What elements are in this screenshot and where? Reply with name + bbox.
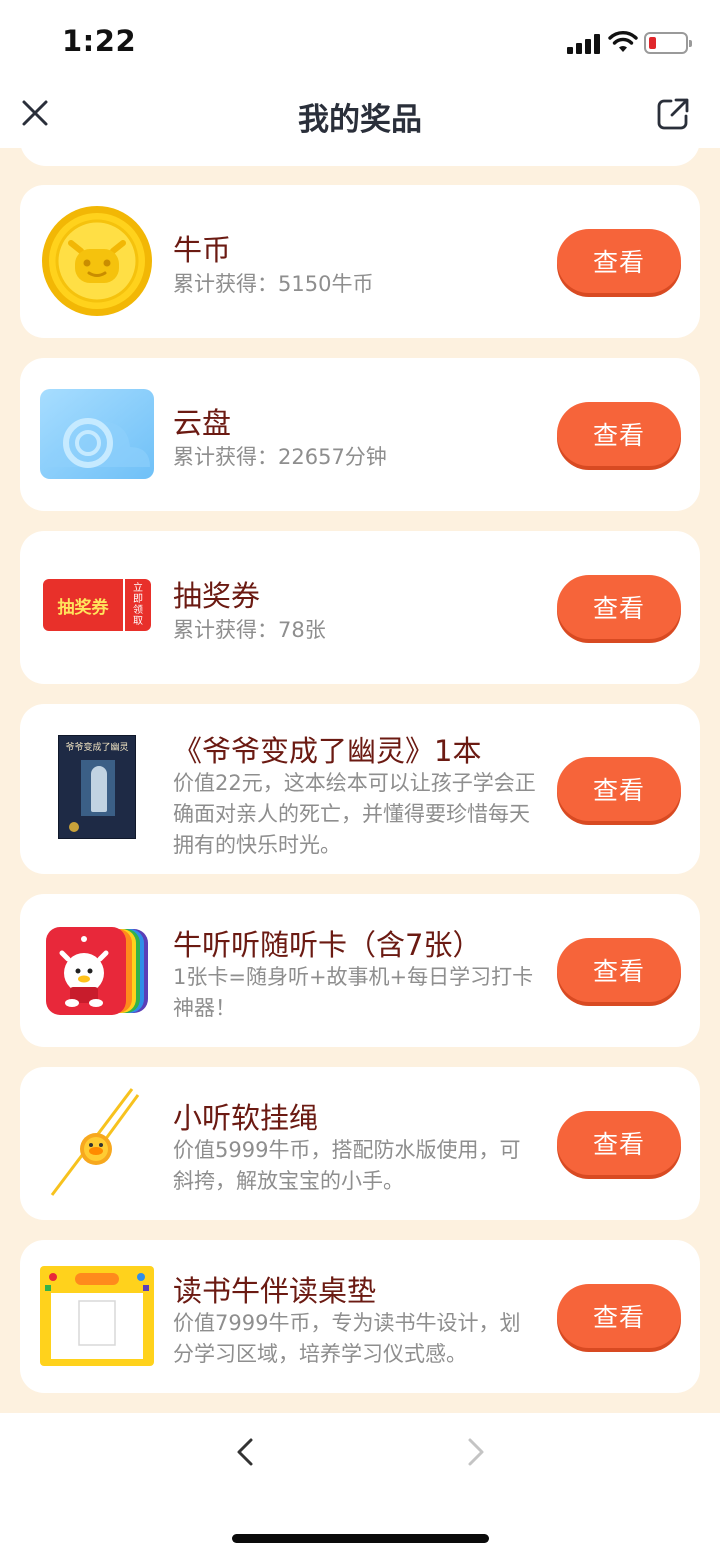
desk-mat-icon: [38, 1265, 156, 1367]
prize-title: 小听软挂绳: [173, 1101, 319, 1135]
prize-desc: 价值5999牛币，搭配防水版使用，可斜挎，解放宝宝的小手。: [173, 1138, 521, 1193]
page-title: 我的奖品: [298, 102, 422, 138]
prize-title: 牛币: [173, 233, 232, 267]
status-time: 1:22: [62, 24, 137, 58]
prize-card-book: 爷爷变成了幽灵 《爷爷变成了幽灵》1本 价值22元，这本绘本可以让孩子学会正确面…: [20, 704, 700, 874]
prize-title: 读书牛伴读桌垫: [173, 1274, 377, 1308]
list-item: [20, 148, 700, 166]
status-bar: 1:22: [0, 0, 720, 80]
prize-title: 抽奖券: [173, 579, 261, 613]
lottery-ticket-icon: 抽奖券 立即领取: [38, 577, 156, 633]
prize-title: 云盘: [173, 406, 232, 440]
prize-list[interactable]: 牛币 累计获得：5150牛币 查看 云盘 累计获得：22657分钟 查看 抽奖券…: [0, 148, 720, 1413]
prize-card-ticket: 抽奖券 立即领取 抽奖券 累计获得：78张 查看: [20, 531, 700, 684]
home-indicator: [232, 1534, 489, 1543]
gold-coin-icon: [38, 205, 156, 317]
book-cover-title: 爷爷变成了幽灵: [65, 743, 129, 753]
view-button[interactable]: 查看: [557, 229, 681, 293]
prize-desc: 价值22元，这本绘本可以让孩子学会正确面对亲人的死亡，并懂得要珍惜每天拥有的快乐…: [173, 771, 536, 857]
wifi-icon: [608, 31, 638, 52]
prize-card-lanyard: 小听软挂绳 价值5999牛币，搭配防水版使用，可斜挎，解放宝宝的小手。 查看: [20, 1067, 700, 1220]
ticket-label: 抽奖券: [57, 597, 109, 618]
book-cover-icon: 爷爷变成了幽灵: [38, 735, 156, 839]
view-button[interactable]: 查看: [557, 1111, 681, 1175]
chevron-right-icon[interactable]: [463, 1437, 489, 1467]
prize-desc: 累计获得：78张: [173, 618, 326, 642]
cloud-disk-icon: [38, 384, 156, 484]
listening-cards-icon: [38, 921, 156, 1021]
prize-card-cloud: 云盘 累计获得：22657分钟 查看: [20, 358, 700, 511]
bottom-toolbar: [0, 1413, 720, 1558]
view-button[interactable]: 查看: [557, 402, 681, 466]
prize-desc: 价值7999牛币，专为读书牛设计，划分学习区域，培养学习仪式感。: [173, 1311, 521, 1366]
prize-desc: 累计获得：5150牛币: [173, 272, 374, 296]
prize-card-listening: 牛听听随听卡（含7张） 1张卡=随身听+故事机+每日学习打卡神器！ 查看: [20, 894, 700, 1047]
signal-icon: [567, 34, 601, 54]
share-external-icon[interactable]: [655, 96, 691, 132]
view-button[interactable]: 查看: [557, 757, 681, 821]
prize-title: 《爷爷变成了幽灵》1本: [173, 734, 482, 768]
nav-bar: 我的奖品: [0, 80, 720, 148]
lanyard-icon: [38, 1085, 156, 1201]
view-button[interactable]: 查看: [557, 938, 681, 1002]
prize-desc: 累计获得：22657分钟: [173, 445, 387, 469]
prize-desc: 1张卡=随身听+故事机+每日学习打卡神器！: [173, 965, 534, 1020]
battery-icon: [644, 32, 692, 54]
prize-card-deskmat: 读书牛伴读桌垫 价值7999牛币，专为读书牛设计，划分学习区域，培养学习仪式感。…: [20, 1240, 700, 1393]
prize-title: 牛听听随听卡（含7张）: [173, 928, 482, 962]
chevron-left-icon[interactable]: [232, 1437, 258, 1467]
prize-card-coin: 牛币 累计获得：5150牛币 查看: [20, 185, 700, 338]
ticket-stub-text: 立即领取: [133, 583, 143, 627]
view-button[interactable]: 查看: [557, 575, 681, 639]
view-button[interactable]: 查看: [557, 1284, 681, 1348]
